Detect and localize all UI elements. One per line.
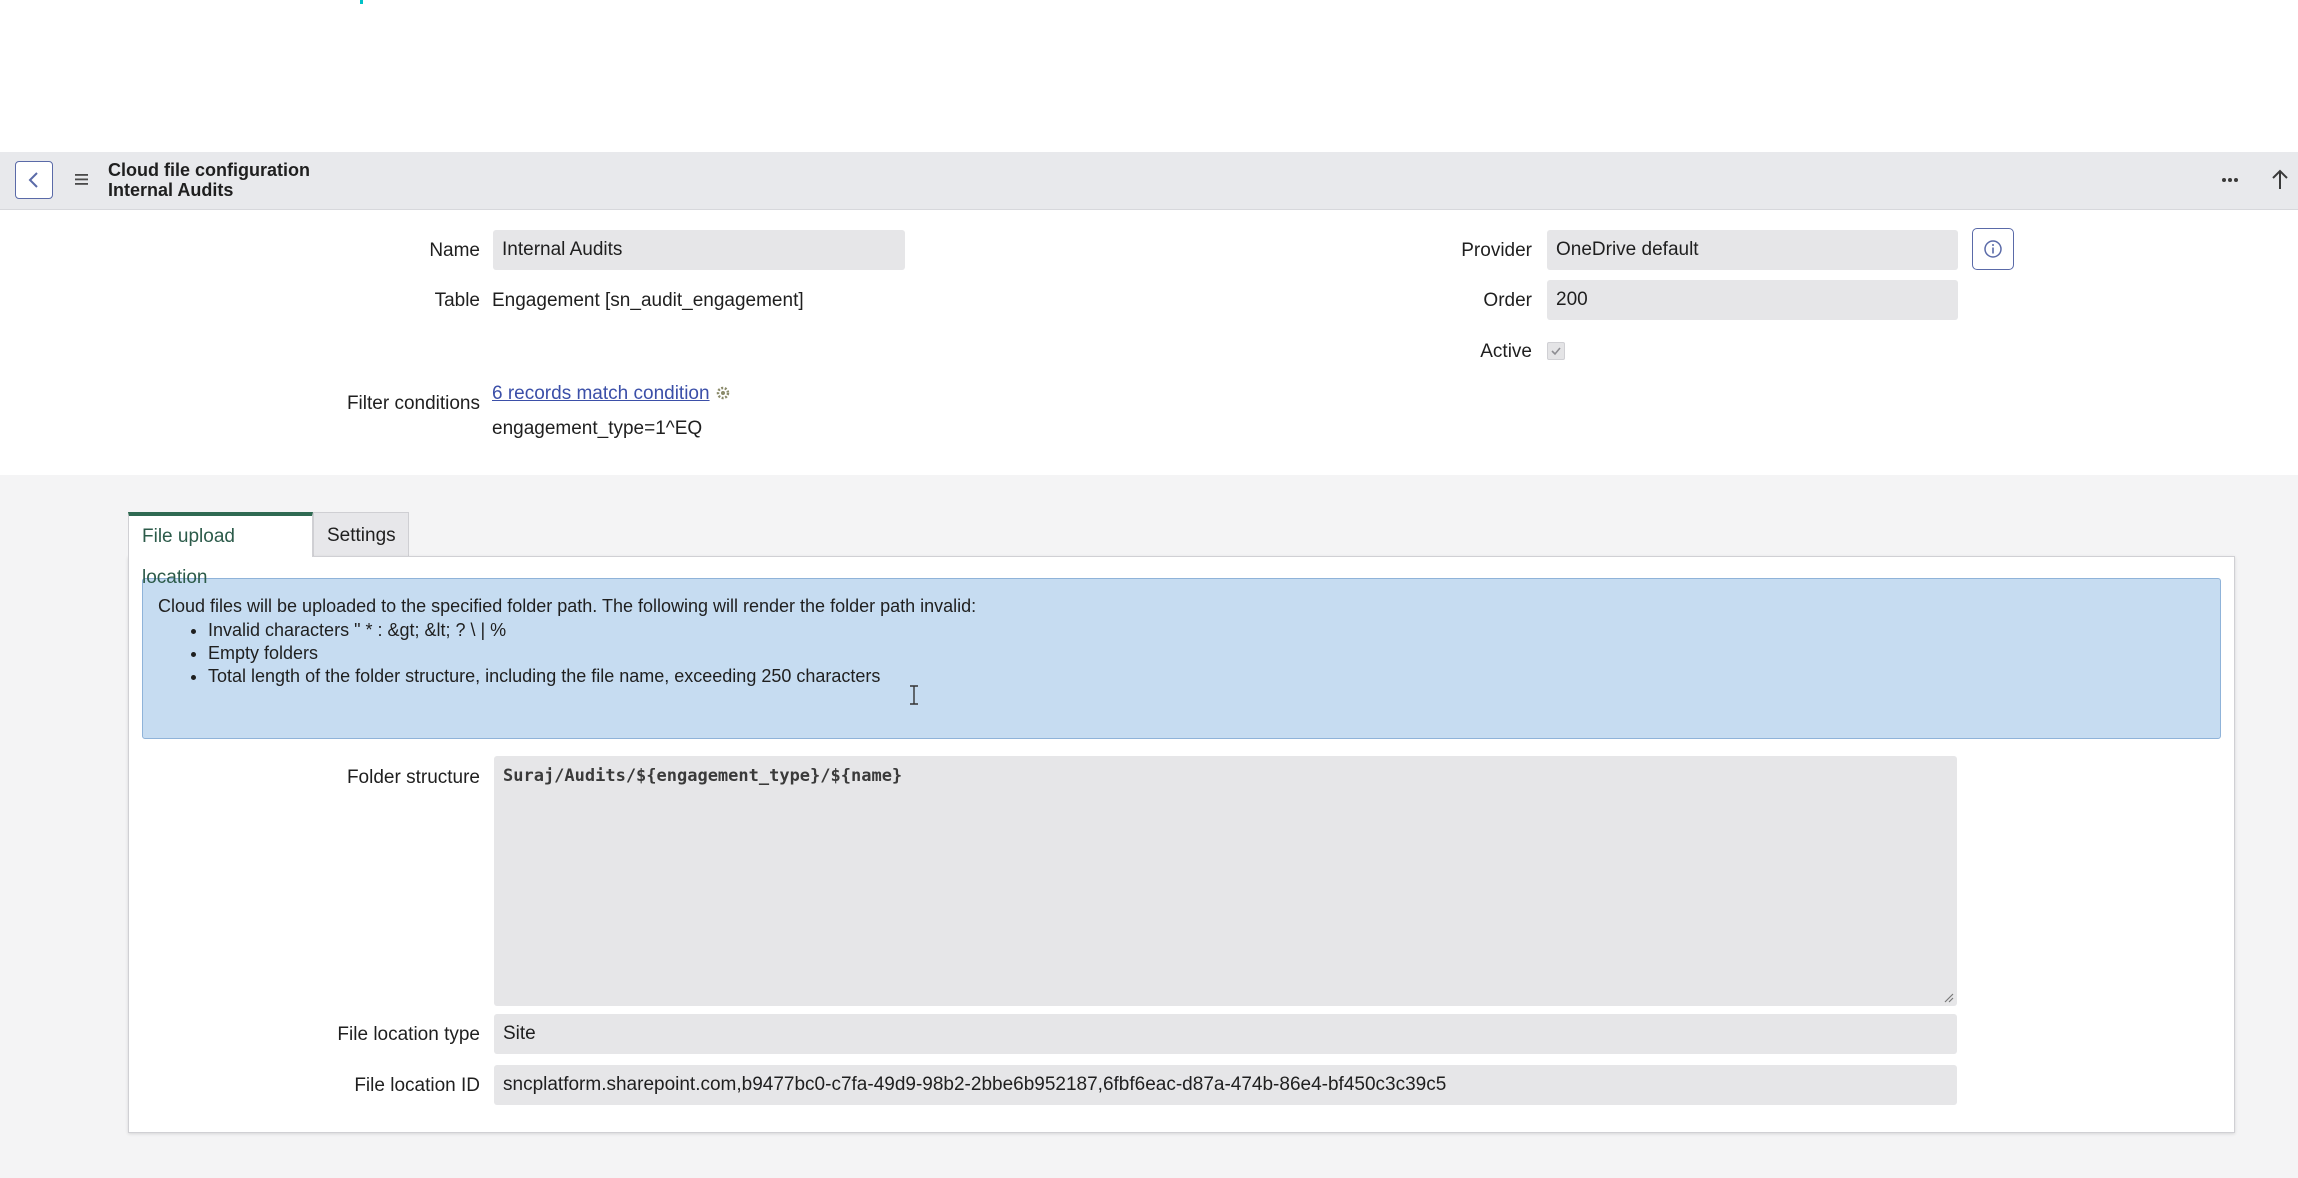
header-titles: Cloud file configuration Internal Audits — [108, 160, 310, 200]
hamburger-menu-icon[interactable] — [73, 170, 91, 188]
active-checkbox[interactable] — [1547, 342, 1565, 360]
provider-label: Provider — [1461, 240, 1532, 261]
notice-item: Empty folders — [208, 642, 880, 665]
filter-condition-text: engagement_type=1^EQ — [492, 418, 703, 439]
folder-structure-label: Folder structure — [346, 767, 480, 788]
file-location-type-field[interactable]: Site — [494, 1014, 1957, 1054]
active-label: Active — [1480, 341, 1532, 362]
notice-item: Invalid characters " * : &gt; &lt; ? \ |… — [208, 619, 880, 642]
provider-info-button[interactable] — [1972, 228, 2014, 270]
chevron-left-icon — [28, 172, 38, 188]
page-title: Cloud file configuration — [108, 160, 310, 180]
notice-intro: Cloud files will be uploaded to the spec… — [158, 596, 977, 616]
arrow-up-icon[interactable] — [2268, 167, 2292, 193]
resize-handle-icon[interactable] — [1942, 991, 1954, 1003]
cursor-indicator — [360, 0, 363, 4]
text-cursor-icon — [910, 685, 918, 705]
filter-gear-icon[interactable] — [715, 385, 731, 401]
form-header: Cloud file configuration Internal Audits — [0, 152, 2298, 210]
more-options-icon[interactable] — [2218, 168, 2242, 192]
file-location-id-field[interactable]: sncplatform.sharepoint.com,b9477bc0-c7fa… — [494, 1065, 1957, 1105]
tab-settings[interactable]: Settings — [313, 512, 409, 557]
filter-conditions-label: Filter conditions — [346, 393, 480, 414]
checkmark-icon — [1551, 347, 1561, 356]
order-label: Order — [1483, 290, 1532, 311]
notice-item: Total length of the folder structure, in… — [208, 665, 880, 688]
filter-conditions-link[interactable]: 6 records match condition — [492, 383, 710, 404]
order-field[interactable]: 200 — [1547, 280, 1958, 320]
name-field[interactable]: Internal Audits — [493, 230, 905, 270]
record-title: Internal Audits — [108, 180, 234, 200]
back-button[interactable] — [15, 161, 53, 199]
info-notice: Cloud files will be uploaded to the spec… — [142, 578, 2221, 739]
provider-field[interactable]: OneDrive default — [1547, 230, 1958, 270]
folder-structure-value: Suraj/Audits/${engagement_type}/${name} — [503, 766, 903, 786]
table-value: Engagement [sn_audit_engagement] — [492, 290, 804, 311]
file-location-id-label: File location ID — [354, 1075, 480, 1096]
name-label: Name — [429, 240, 480, 261]
file-location-type-label: File location type — [337, 1024, 480, 1045]
folder-structure-textarea[interactable]: Suraj/Audits/${engagement_type}/${name} — [494, 756, 1957, 1006]
tab-file-upload-location[interactable]: File upload location — [128, 512, 313, 588]
filter-conditions-link-wrap: 6 records match condition — [492, 383, 731, 405]
info-icon — [1984, 240, 2002, 258]
notice-list: Invalid characters " * : &gt; &lt; ? \ |… — [168, 619, 880, 688]
table-label: Table — [434, 290, 480, 311]
